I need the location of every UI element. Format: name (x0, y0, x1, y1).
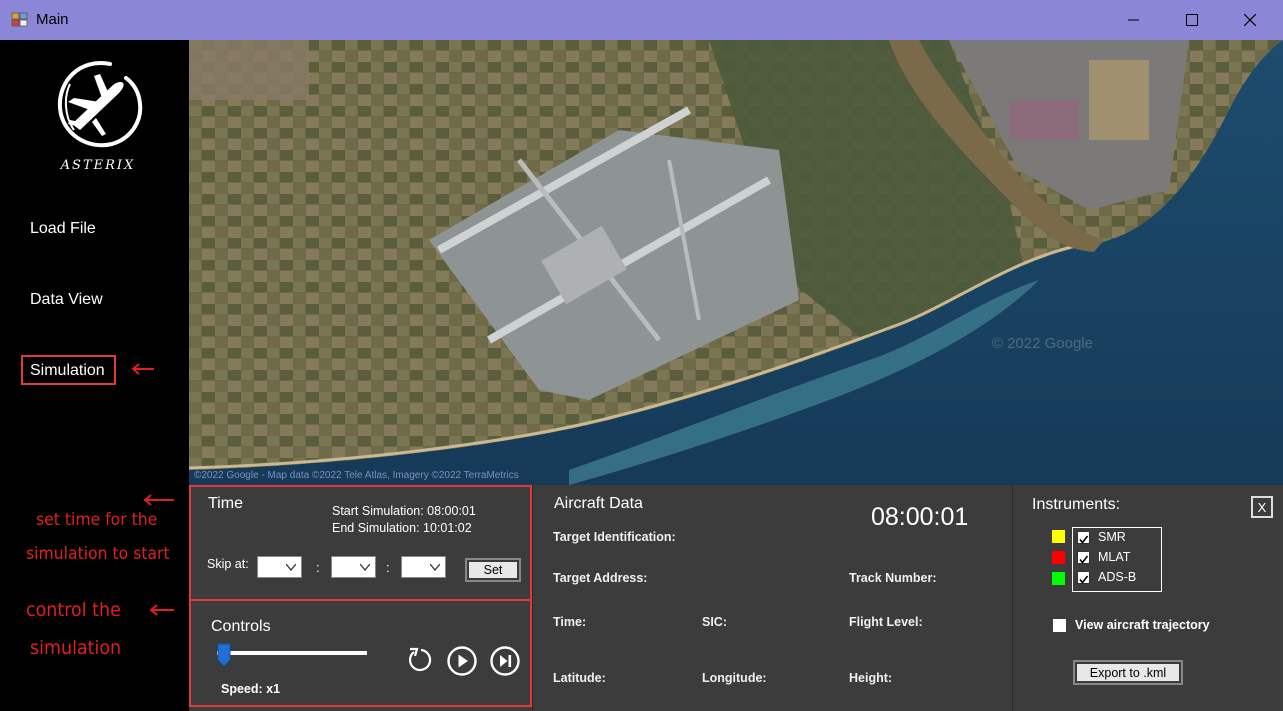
annotation-time-1: set time for the (36, 510, 158, 530)
time-separator: : (386, 560, 390, 575)
close-icon (1244, 14, 1256, 26)
end-simulation-text: End Simulation: 10:01:02 (332, 521, 472, 535)
skip-forward-icon[interactable] (489, 645, 521, 677)
instruments-title: Instruments: (1032, 496, 1121, 513)
latitude-label: Latitude: (553, 671, 606, 685)
chevron-down-icon (360, 564, 370, 571)
check-icon (1079, 575, 1089, 584)
divider (532, 485, 533, 711)
minimize-icon (1128, 19, 1139, 21)
aircraft-panel-title: Aircraft Data (554, 495, 643, 512)
chevron-down-icon (286, 564, 296, 571)
skip-minutes-select[interactable] (331, 556, 376, 578)
check-icon (1079, 535, 1089, 544)
controls-panel-title: Controls (211, 618, 271, 635)
export-kml-label: Export to .kml (1077, 664, 1179, 681)
check-icon (1079, 555, 1089, 564)
track-number-label: Track Number: (849, 571, 937, 585)
divider (1012, 485, 1013, 711)
view-trajectory-checkbox[interactable] (1053, 619, 1066, 632)
longitude-label: Longitude: (702, 671, 767, 685)
set-button[interactable]: Set (465, 558, 521, 582)
set-button-label: Set (469, 562, 517, 578)
play-icon[interactable] (446, 645, 478, 677)
nav-data-view[interactable]: Data View (30, 291, 103, 309)
map-image (189, 40, 1283, 485)
start-simulation-text: Start Simulation: 08:00:01 (332, 504, 476, 518)
restart-icon[interactable] (405, 646, 433, 674)
speed-text: Speed: x1 (221, 682, 281, 696)
arrow-left-icon (143, 494, 174, 506)
skip-seconds-select[interactable] (401, 556, 446, 578)
map-credit: ©2022 Google - Map data ©2022 Tele Atlas… (194, 470, 519, 481)
airplane-logo-icon (57, 61, 143, 148)
bottom-panel: Time Start Simulation: 08:00:01 End Simu… (189, 485, 1283, 711)
arrow-left-icon (149, 604, 174, 616)
asterix-logo: ASTERIX (50, 56, 146, 178)
minimize-button[interactable] (1105, 0, 1163, 40)
adsb-label: ADS-B (1098, 570, 1137, 584)
nav-load-file[interactable]: Load File (30, 220, 96, 238)
map-watermark: © 2022 Google (991, 335, 1093, 352)
slider-thumb[interactable] (217, 643, 231, 667)
annotation-controls-1: control the (26, 599, 121, 621)
time-separator: : (316, 560, 320, 575)
simulation-clock: 08:00:01 (871, 503, 969, 531)
app-icon (11, 12, 28, 27)
smr-checkbox[interactable] (1077, 531, 1090, 544)
arrow-left-icon (131, 363, 154, 375)
height-label: Height: (849, 671, 893, 685)
close-panel-button[interactable]: X (1251, 496, 1273, 518)
adsb-checkbox[interactable] (1077, 571, 1090, 584)
smr-color-swatch (1052, 530, 1065, 543)
target-address-label: Target Address: (553, 571, 648, 585)
mlat-label: MLAT (1098, 550, 1131, 564)
flight-level-label: Flight Level: (849, 615, 923, 629)
sidebar: ASTERIX Load File Data View Simulation s… (0, 40, 189, 711)
annotation-time-2: simulation to start (26, 544, 170, 564)
logo-text: ASTERIX (60, 158, 136, 173)
nav-simulation[interactable]: Simulation (30, 362, 105, 380)
time-panel-title: Time (208, 495, 243, 512)
view-trajectory-label: View aircraft trajectory (1075, 618, 1210, 632)
mlat-checkbox[interactable] (1077, 551, 1090, 564)
maximize-icon (1186, 14, 1198, 26)
time-label: Time: (553, 615, 587, 629)
smr-label: SMR (1098, 530, 1126, 544)
close-window-button[interactable] (1221, 0, 1279, 40)
title-bar: Main (0, 0, 1283, 40)
slider-track (217, 651, 367, 655)
skip-hours-select[interactable] (257, 556, 302, 578)
export-kml-button[interactable]: Export to .kml (1073, 660, 1183, 685)
satellite-map[interactable]: © 2022 Google ©2022 Google - Map data ©2… (189, 40, 1283, 485)
sic-label: SIC: (702, 615, 727, 629)
mlat-color-swatch (1052, 551, 1065, 564)
annotation-controls-2: simulation (30, 637, 122, 659)
maximize-button[interactable] (1163, 0, 1221, 40)
adsb-color-swatch (1052, 572, 1065, 585)
speed-slider[interactable] (217, 643, 367, 667)
target-identification-label: Target Identification: (553, 530, 676, 544)
chevron-down-icon (430, 564, 440, 571)
skip-at-label: Skip at: (207, 557, 249, 571)
window-title: Main (36, 11, 69, 28)
